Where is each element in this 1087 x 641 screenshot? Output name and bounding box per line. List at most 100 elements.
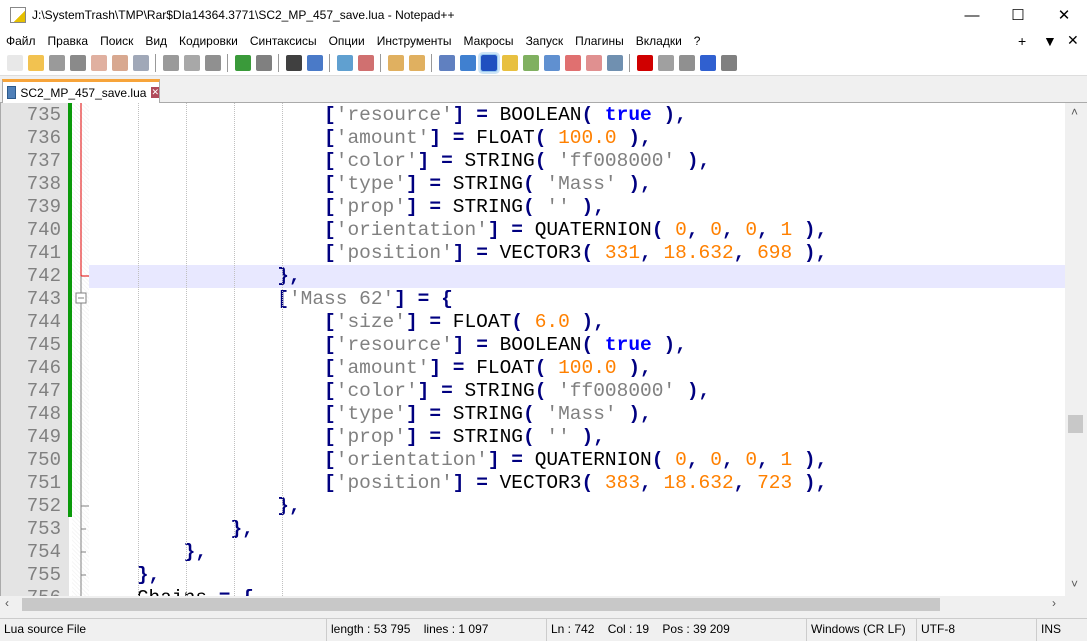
word-wrap-icon[interactable] [439, 55, 455, 71]
function-list-icon[interactable] [565, 55, 581, 71]
vertical-scroll-thumb[interactable] [1068, 415, 1083, 433]
document-list-icon[interactable] [544, 55, 560, 71]
print-icon[interactable] [133, 55, 149, 71]
code-line[interactable]: 753 }, [1, 518, 1065, 541]
menu-11[interactable]: Вкладки [630, 34, 688, 48]
identifier-token: STRING [452, 403, 523, 425]
code-line[interactable]: 751 ['position'] = VECTOR3( 383, 18.632,… [1, 472, 1065, 495]
menu-8[interactable]: Макросы [458, 34, 520, 48]
code-line[interactable]: 747 ['color'] = STRING( 'ff008000' ), [1, 380, 1065, 403]
code-line[interactable]: 743 ['Mass 62'] = { [1, 288, 1065, 311]
menu-4[interactable]: Кодировки [173, 34, 244, 48]
status-encoding[interactable]: UTF-8 [916, 619, 955, 641]
new-file-icon[interactable] [7, 55, 23, 71]
operator-token: , [815, 242, 828, 264]
sync-horizontal-icon[interactable] [409, 55, 425, 71]
scroll-down-icon[interactable]: ˅ [1071, 577, 1078, 591]
replace-icon[interactable] [307, 55, 323, 71]
code-line[interactable]: 736 ['amount'] = FLOAT( 100.0 ), [1, 127, 1065, 150]
menu-3[interactable]: Вид [139, 34, 173, 48]
code-line[interactable]: 749 ['prop'] = STRING( '' ), [1, 426, 1065, 449]
code-line[interactable]: 750 ['orientation'] = QUATERNION( 0, 0, … [1, 449, 1065, 472]
indent-guide-icon[interactable] [480, 54, 498, 72]
menu-10[interactable]: Плагины [569, 34, 630, 48]
sync-vertical-icon[interactable] [388, 55, 404, 71]
open-file-icon[interactable] [28, 55, 44, 71]
undo-icon[interactable] [235, 55, 251, 71]
save-icon[interactable] [49, 55, 65, 71]
paste-icon[interactable] [205, 55, 221, 71]
menu-9[interactable]: Запуск [520, 34, 570, 48]
line-number: 747 [26, 380, 61, 402]
code-line[interactable]: 745 ['resource'] = BOOLEAN( true ), [1, 334, 1065, 357]
tab-sc2-mp-457-save[interactable]: SC2_MP_457_save.lua ✕ [2, 79, 160, 103]
code-line[interactable]: 740 ['orientation'] = QUATERNION( 0, 0, … [1, 219, 1065, 242]
code-line[interactable]: 748 ['type'] = STRING( 'Mass' ), [1, 403, 1065, 426]
menu-7[interactable]: Инструменты [371, 34, 458, 48]
monitoring-icon[interactable] [607, 55, 623, 71]
vertical-scrollbar[interactable]: ˄ ˅ [1065, 103, 1087, 596]
stop-macro-icon[interactable] [658, 55, 674, 71]
tab-list-dropdown-button[interactable]: ▼ [1043, 30, 1057, 51]
menu-6[interactable]: Опции [323, 34, 371, 48]
find-icon[interactable] [286, 55, 302, 71]
menu-2[interactable]: Поиск [94, 34, 139, 48]
code-line[interactable]: 755 }, [1, 564, 1065, 587]
close-icon[interactable] [91, 55, 107, 71]
code-line[interactable]: 735 ['resource'] = BOOLEAN( true ), [1, 104, 1065, 127]
scroll-left-icon[interactable]: ‹ [5, 596, 9, 610]
operator-token: ] [394, 288, 406, 310]
code-line[interactable]: 737 ['color'] = STRING( 'ff008000' ), [1, 150, 1065, 173]
folder-workspace-icon[interactable] [586, 55, 602, 71]
horizontal-scrollbar[interactable]: ‹ › [0, 596, 1065, 613]
save-all-icon[interactable] [70, 55, 86, 71]
redo-icon[interactable] [256, 55, 272, 71]
record-macro-icon[interactable] [637, 55, 653, 71]
code-editor[interactable]: 735 ['resource'] = BOOLEAN( true ), 736 [… [0, 103, 1065, 596]
copy-icon[interactable] [184, 55, 200, 71]
code-line[interactable]: 744 ['size'] = FLOAT( 6.0 ), [1, 311, 1065, 334]
operator-token: , [640, 357, 652, 379]
minimize-button[interactable]: — [949, 0, 995, 30]
run-macro-multiple-icon[interactable] [700, 55, 716, 71]
status-eol[interactable]: Windows (CR LF) [806, 619, 906, 641]
menu-5[interactable]: Синтаксисы [244, 34, 323, 48]
close-all-icon[interactable] [112, 55, 128, 71]
code-line[interactable]: 738 ['type'] = STRING( 'Mass' ), [1, 173, 1065, 196]
horizontal-scroll-thumb[interactable] [22, 598, 940, 611]
close-document-button[interactable]: ✕ [1067, 30, 1079, 51]
operator-token: [ [324, 380, 336, 402]
tab-close-icon[interactable]: ✕ [151, 87, 159, 98]
close-window-button[interactable]: ✕ [1041, 0, 1087, 30]
code-line[interactable]: 752 }, [1, 495, 1065, 518]
maximize-button[interactable]: ☐ [995, 0, 1041, 30]
scroll-up-icon[interactable]: ˄ [1071, 105, 1078, 119]
zoom-out-icon[interactable] [358, 55, 374, 71]
code-line[interactable]: 754 }, [1, 541, 1065, 564]
code-line[interactable]: 741 ['position'] = VECTOR3( 331, 18.632,… [1, 242, 1065, 265]
scroll-right-icon[interactable]: › [1052, 596, 1056, 610]
string-token: 'amount' [335, 127, 430, 149]
play-macro-icon[interactable] [679, 55, 695, 71]
menu-0[interactable]: Файл [0, 34, 42, 48]
code-line[interactable]: 746 ['amount'] = FLOAT( 100.0 ), [1, 357, 1065, 380]
code-line[interactable]: 756 Chains = { [1, 587, 1065, 596]
number-token: 0 [745, 449, 758, 471]
udl-icon[interactable] [502, 55, 518, 71]
cut-icon[interactable] [163, 55, 179, 71]
new-tab-button[interactable]: + [1018, 30, 1026, 51]
status-insert-mode[interactable]: INS [1036, 619, 1061, 641]
code-line[interactable]: 742 }, [1, 265, 1065, 288]
save-macro-icon[interactable] [721, 55, 737, 71]
document-map-icon[interactable] [523, 55, 539, 71]
number-token: 0 [675, 219, 687, 241]
menu-12[interactable]: ? [688, 34, 707, 48]
zoom-in-icon[interactable] [337, 55, 353, 71]
menu-1[interactable]: Правка [42, 34, 95, 48]
code-line[interactable]: 739 ['prop'] = STRING( '' ), [1, 196, 1065, 219]
show-all-chars-icon[interactable] [460, 55, 476, 71]
